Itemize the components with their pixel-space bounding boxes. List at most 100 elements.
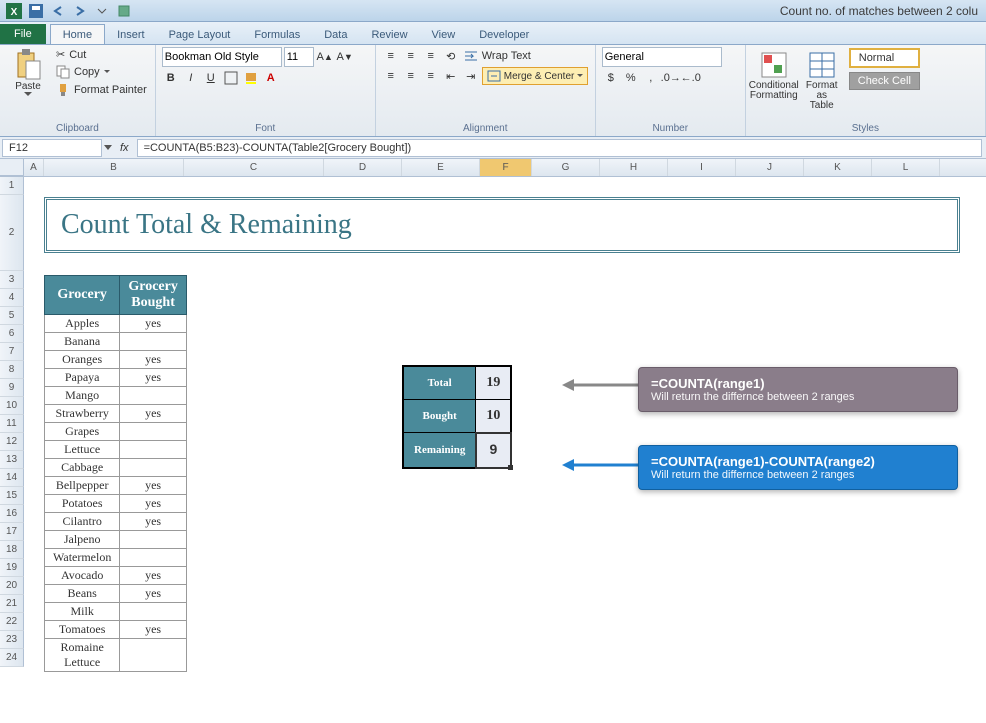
row-10[interactable]: 10 <box>0 397 24 415</box>
remaining-label[interactable]: Remaining <box>403 433 476 469</box>
col-F[interactable]: F <box>480 159 532 176</box>
row-17[interactable]: 17 <box>0 523 24 541</box>
col-L[interactable]: L <box>872 159 940 176</box>
bought-cell[interactable]: yes <box>120 369 187 387</box>
bought-cell[interactable]: yes <box>120 405 187 423</box>
col-H[interactable]: H <box>600 159 668 176</box>
tab-home[interactable]: Home <box>50 24 105 44</box>
fx-icon[interactable]: fx <box>116 142 133 154</box>
row-11[interactable]: 11 <box>0 415 24 433</box>
total-value[interactable]: 19 <box>476 366 512 400</box>
row-8[interactable]: 8 <box>0 361 24 379</box>
grocery-cell[interactable]: Tomatoes <box>45 621 120 639</box>
formula-input[interactable]: =COUNTA(B5:B23)-COUNTA(Table2[Grocery Bo… <box>137 139 982 157</box>
font-color-button[interactable]: A <box>262 69 280 87</box>
grocery-cell[interactable]: Cilantro <box>45 513 120 531</box>
selection-handle[interactable] <box>508 465 513 470</box>
row-20[interactable]: 20 <box>0 577 24 595</box>
align-right-icon[interactable]: ≡ <box>422 67 440 85</box>
grocery-cell[interactable]: Romaine Lettuce <box>45 639 120 672</box>
grocery-cell[interactable]: Milk <box>45 603 120 621</box>
increase-font-icon[interactable]: A▲ <box>316 48 334 66</box>
row-22[interactable]: 22 <box>0 613 24 631</box>
conditional-formatting-button[interactable]: Conditional Formatting <box>752 47 796 103</box>
indent-decrease-icon[interactable]: ⇤ <box>442 67 460 85</box>
style-normal[interactable]: Normal <box>849 48 920 68</box>
bought-label[interactable]: Bought <box>403 400 476 433</box>
grocery-cell[interactable]: Oranges <box>45 351 120 369</box>
bought-cell[interactable] <box>120 603 187 621</box>
row-24[interactable]: 24 <box>0 649 24 667</box>
grocery-cell[interactable]: Papaya <box>45 369 120 387</box>
row-16[interactable]: 16 <box>0 505 24 523</box>
grocery-cell[interactable]: Apples <box>45 315 120 333</box>
redo-icon[interactable] <box>70 2 90 20</box>
underline-button[interactable]: U <box>202 69 220 87</box>
row-6[interactable]: 6 <box>0 325 24 343</box>
italic-button[interactable]: I <box>182 69 200 87</box>
tab-page-layout[interactable]: Page Layout <box>157 25 243 44</box>
bold-button[interactable]: B <box>162 69 180 87</box>
row-2[interactable]: 2 <box>0 195 24 271</box>
percent-icon[interactable]: % <box>622 69 640 87</box>
undo-icon[interactable] <box>48 2 68 20</box>
qat-extra-icon[interactable] <box>114 2 134 20</box>
tab-formulas[interactable]: Formulas <box>242 25 312 44</box>
grocery-cell[interactable]: Bellpepper <box>45 477 120 495</box>
grocery-cell[interactable]: Beans <box>45 585 120 603</box>
row-21[interactable]: 21 <box>0 595 24 613</box>
cut-button[interactable]: ✂Cut <box>54 47 149 62</box>
border-button[interactable] <box>222 69 240 87</box>
grocery-cell[interactable]: Strawberry <box>45 405 120 423</box>
orientation-icon[interactable]: ⟲ <box>442 47 460 65</box>
fill-color-button[interactable] <box>242 69 260 87</box>
select-all-corner[interactable] <box>0 159 24 176</box>
grocery-cell[interactable]: Watermelon <box>45 549 120 567</box>
bought-cell[interactable]: yes <box>120 315 187 333</box>
align-bottom-icon[interactable]: ≡ <box>422 47 440 65</box>
grocery-cell[interactable]: Grapes <box>45 423 120 441</box>
row-13[interactable]: 13 <box>0 451 24 469</box>
row-15[interactable]: 15 <box>0 487 24 505</box>
bought-cell[interactable]: yes <box>120 513 187 531</box>
number-format-select[interactable] <box>602 47 722 67</box>
bought-cell[interactable] <box>120 639 187 672</box>
format-painter-button[interactable]: Format Painter <box>54 82 149 98</box>
tab-data[interactable]: Data <box>312 25 359 44</box>
row-12[interactable]: 12 <box>0 433 24 451</box>
save-icon[interactable] <box>26 2 46 20</box>
decrease-font-icon[interactable]: A▼ <box>336 48 354 66</box>
col-G[interactable]: G <box>532 159 600 176</box>
col-D[interactable]: D <box>324 159 402 176</box>
tab-insert[interactable]: Insert <box>105 25 157 44</box>
bought-cell[interactable]: yes <box>120 621 187 639</box>
row-7[interactable]: 7 <box>0 343 24 361</box>
remaining-value[interactable]: 9 <box>476 433 512 469</box>
grocery-cell[interactable]: Mango <box>45 387 120 405</box>
align-left-icon[interactable]: ≡ <box>382 67 400 85</box>
bought-cell[interactable]: yes <box>120 567 187 585</box>
bought-cell[interactable] <box>120 387 187 405</box>
align-center-icon[interactable]: ≡ <box>402 67 420 85</box>
tab-developer[interactable]: Developer <box>467 25 541 44</box>
bought-cell[interactable]: yes <box>120 351 187 369</box>
increase-decimal-icon[interactable]: .0→ <box>662 69 680 87</box>
row-1[interactable]: 1 <box>0 177 24 195</box>
decrease-decimal-icon[interactable]: ←.0 <box>682 69 700 87</box>
grocery-cell[interactable]: Avocado <box>45 567 120 585</box>
align-top-icon[interactable]: ≡ <box>382 47 400 65</box>
tab-review[interactable]: Review <box>359 25 419 44</box>
col-A[interactable]: A <box>24 159 44 176</box>
grocery-cell[interactable]: Cabbage <box>45 459 120 477</box>
row-23[interactable]: 23 <box>0 631 24 649</box>
wrap-text-button[interactable]: Wrap Text <box>462 49 533 63</box>
grocery-cell[interactable]: Lettuce <box>45 441 120 459</box>
bought-cell[interactable]: yes <box>120 495 187 513</box>
bought-cell[interactable] <box>120 549 187 567</box>
style-check-cell[interactable]: Check Cell <box>849 72 920 90</box>
col-C[interactable]: C <box>184 159 324 176</box>
font-size-select[interactable] <box>284 47 314 67</box>
col-E[interactable]: E <box>402 159 480 176</box>
bought-cell[interactable] <box>120 423 187 441</box>
row-14[interactable]: 14 <box>0 469 24 487</box>
